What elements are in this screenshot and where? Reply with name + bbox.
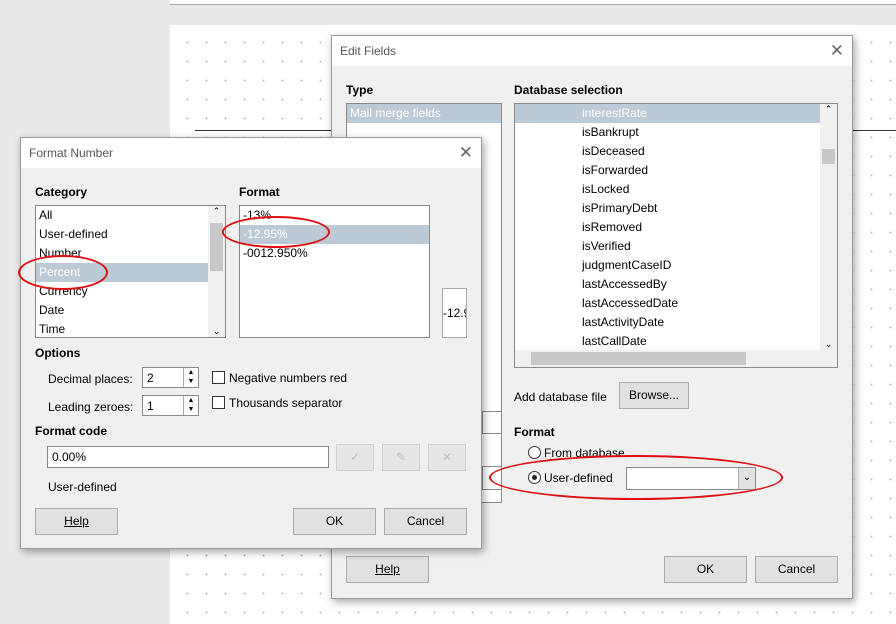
user-defined-format-combo[interactable]: ⌄ <box>626 467 756 490</box>
preview-value: -12.9 <box>443 306 466 320</box>
cancel-button[interactable]: Cancel <box>384 508 467 535</box>
db-selection-label: Database selection <box>514 83 623 97</box>
tree-item[interactable]: isVerified <box>515 237 820 256</box>
format-label: Format <box>239 185 280 199</box>
scrollbar-thumb[interactable] <box>531 352 746 365</box>
tree-item[interactable]: lastActivityDate <box>515 313 820 332</box>
tree-item[interactable]: isPrimaryDebt <box>515 199 820 218</box>
scroll-down-icon[interactable]: ⌄ <box>820 339 837 350</box>
user-defined-radio[interactable] <box>528 471 541 484</box>
hidden-field[interactable] <box>482 466 502 490</box>
add-database-label: Add database file <box>514 390 607 404</box>
user-defined-label: User-defined <box>544 471 613 485</box>
ok-button[interactable]: OK <box>664 556 747 583</box>
tree-item[interactable]: lastAccessedDate <box>515 294 820 313</box>
list-item[interactable]: Number <box>36 244 208 263</box>
format-code-label: Format code <box>35 424 108 438</box>
help-button[interactable]: Help <box>35 508 118 535</box>
spinner-value: 1 <box>147 399 154 413</box>
scrollbar-thumb[interactable] <box>210 223 223 271</box>
decimal-places-label: Decimal places: <box>48 372 133 386</box>
tree-item[interactable]: isDeceased <box>515 142 820 161</box>
horizontal-scrollbar[interactable] <box>515 350 837 367</box>
tree-item[interactable]: lastAccessedBy <box>515 275 820 294</box>
list-item[interactable]: -12.95% <box>240 225 429 244</box>
format-number-dialog: Format Number ✕ Category All User-define… <box>20 137 482 549</box>
leading-zeroes-label: Leading zeroes: <box>48 400 134 414</box>
thousands-separator-checkbox[interactable] <box>212 396 225 409</box>
format-label: Format <box>514 425 555 439</box>
list-item[interactable]: Mail merge fields <box>347 104 501 123</box>
spinner-arrows-icon[interactable]: ▲ ▼ <box>183 396 198 415</box>
tree-item[interactable]: isLocked <box>515 180 820 199</box>
tree-item[interactable]: lastCallDate <box>515 332 820 351</box>
ruler <box>170 0 896 5</box>
browse-button[interactable]: Browse... <box>619 382 689 409</box>
close-icon[interactable]: ✕ <box>459 143 473 163</box>
apply-check-icon[interactable]: ✓ <box>336 444 374 471</box>
tree-item[interactable]: interestRate <box>515 104 820 123</box>
spinner-arrows-icon[interactable]: ▲ ▼ <box>183 368 198 387</box>
format-code-input[interactable]: 0.00% <box>47 446 329 468</box>
thousands-separator-label: Thousands separator <box>229 396 343 410</box>
list-item[interactable]: -0012.950% <box>240 244 429 263</box>
decimal-places-spinner[interactable]: 2 ▲ ▼ <box>142 367 199 388</box>
list-item[interactable]: Time <box>36 320 208 337</box>
negative-red-checkbox[interactable] <box>212 371 225 384</box>
list-item[interactable]: User-defined <box>36 225 208 244</box>
preview-box: -12.9 <box>442 288 467 338</box>
scroll-up-icon[interactable]: ⌃ <box>820 104 837 115</box>
list-item[interactable]: All <box>36 206 208 225</box>
chevron-down-icon[interactable]: ⌄ <box>738 468 755 489</box>
tree-item[interactable]: isForwarded <box>515 161 820 180</box>
type-label: Type <box>346 83 374 97</box>
leading-zeroes-spinner[interactable]: 1 ▲ ▼ <box>142 395 199 416</box>
category-label: Category <box>35 185 88 199</box>
spinner-value: 2 <box>147 371 154 385</box>
from-database-radio[interactable] <box>528 446 541 459</box>
from-database-label: From database <box>544 446 625 460</box>
format-list[interactable]: -13% -12.95% -0012.950% <box>239 205 430 338</box>
list-item[interactable]: Date <box>36 301 208 320</box>
dialog-title: Format Number <box>21 138 481 168</box>
tree-item[interactable]: isBankrupt <box>515 123 820 142</box>
hidden-field[interactable] <box>482 411 502 434</box>
scroll-down-icon[interactable]: ⌄ <box>208 326 225 337</box>
help-button[interactable]: Help <box>346 556 429 583</box>
page-line <box>852 130 896 131</box>
category-list[interactable]: All User-defined Number Percent Currency… <box>35 205 226 338</box>
dialog-title: Edit Fields <box>332 36 852 66</box>
list-item[interactable]: -13% <box>240 206 429 225</box>
database-tree[interactable]: interestRate isBankrupt isDeceased isFor… <box>514 103 838 368</box>
scrollbar-thumb[interactable] <box>822 149 835 164</box>
scroll-up-icon[interactable]: ⌃ <box>208 206 225 217</box>
vertical-scrollbar[interactable]: ⌃ ⌄ <box>820 104 837 350</box>
negative-red-label: Negative numbers red <box>229 371 348 385</box>
format-code-status: User-defined <box>48 480 117 494</box>
close-icon[interactable]: ✕ <box>830 41 844 61</box>
delete-icon[interactable]: ✕ <box>428 444 466 471</box>
ok-button[interactable]: OK <box>293 508 376 535</box>
edit-comment-icon[interactable]: ✎ <box>382 444 420 471</box>
list-item[interactable]: Currency <box>36 282 208 301</box>
tree-item[interactable]: judgmentCaseID <box>515 256 820 275</box>
page-line <box>195 130 335 131</box>
cancel-button[interactable]: Cancel <box>755 556 838 583</box>
options-label: Options <box>35 346 81 360</box>
list-item[interactable]: Percent <box>36 263 208 282</box>
vertical-scrollbar[interactable]: ⌃ ⌄ <box>208 206 225 337</box>
tree-item[interactable]: isRemoved <box>515 218 820 237</box>
